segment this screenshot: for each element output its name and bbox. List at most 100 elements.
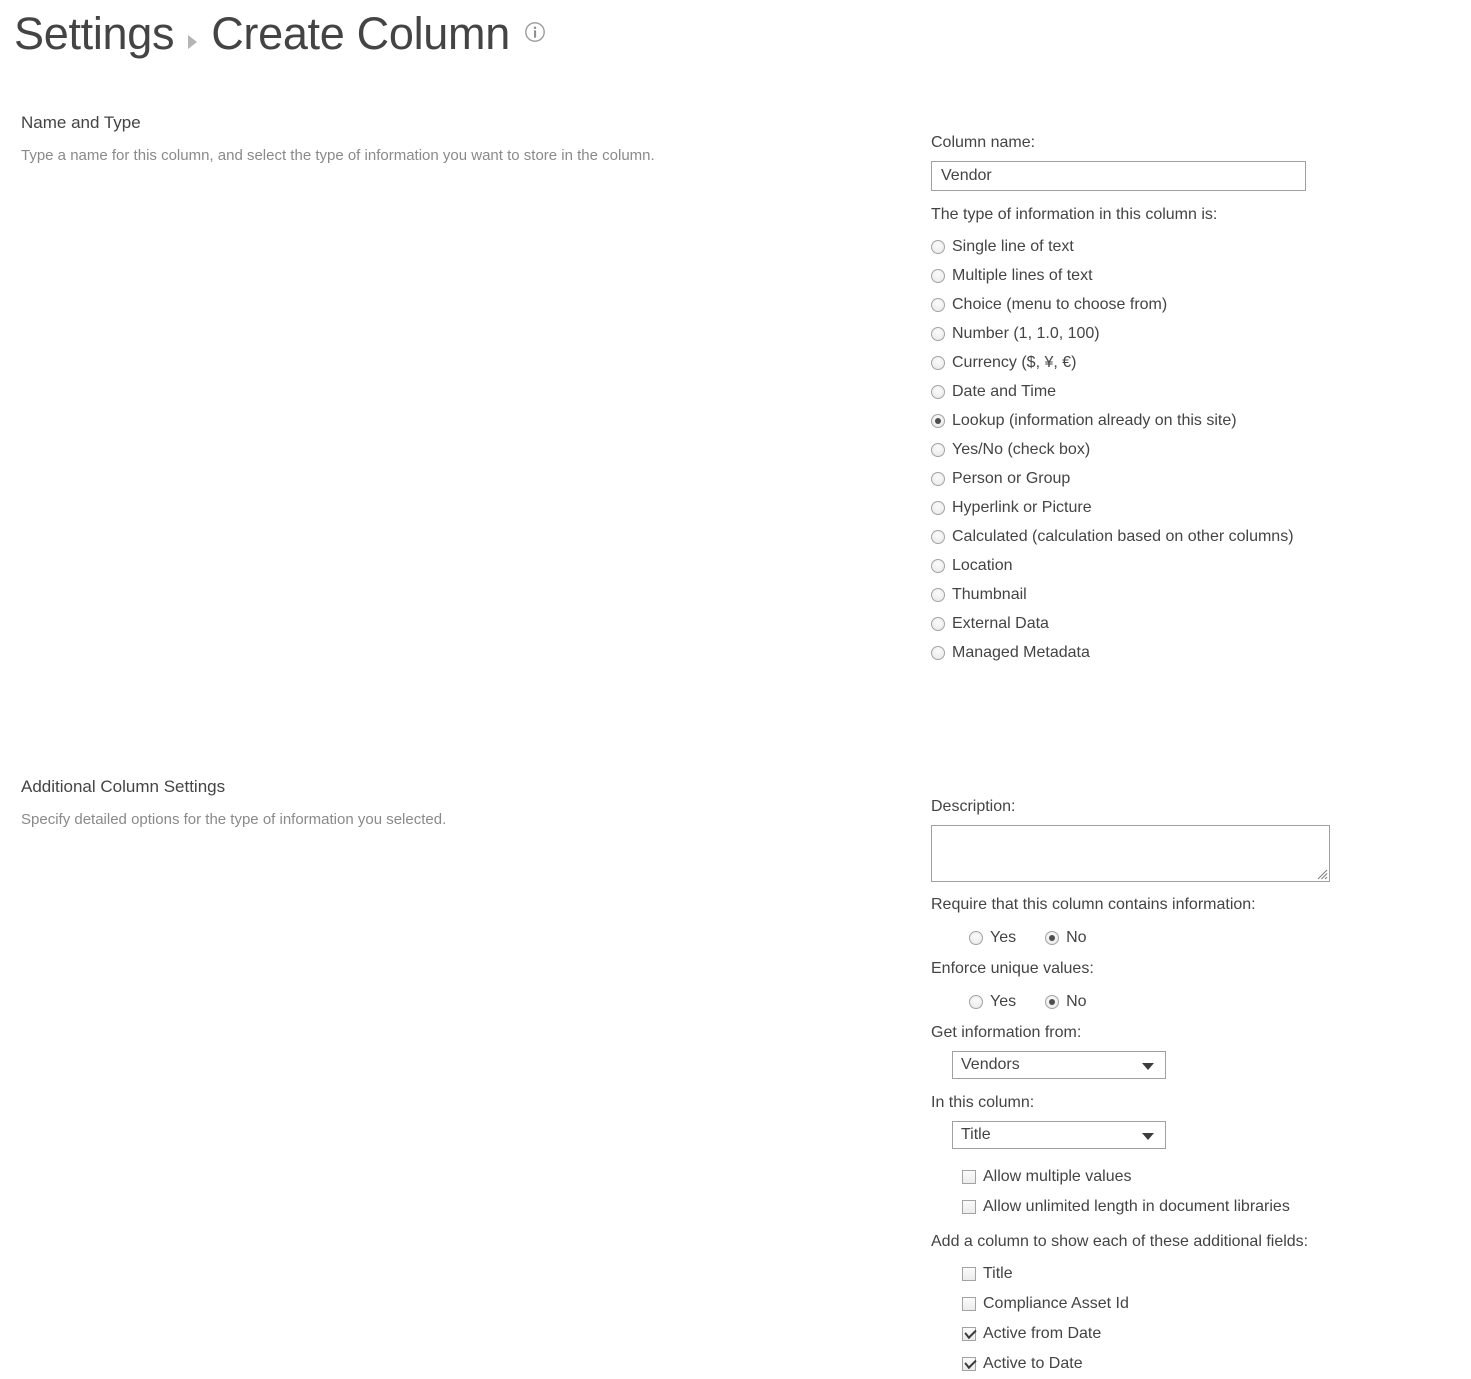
option-label: Managed Metadata bbox=[952, 644, 1090, 661]
description-textarea[interactable] bbox=[931, 825, 1330, 882]
radio-icon[interactable] bbox=[969, 931, 983, 945]
checkbox-label: Active from Date bbox=[983, 1325, 1102, 1342]
page-header: Settings Create Column bbox=[0, 0, 1471, 72]
additional-field-title-row[interactable]: Title bbox=[931, 1259, 1451, 1289]
caret-down-icon[interactable] bbox=[1142, 1133, 1154, 1140]
in-this-column-label: In this column: bbox=[931, 1094, 1035, 1111]
enforce-unique-values-label: Enforce unique values: bbox=[931, 960, 1094, 977]
enforce-unique-option-no[interactable]: No bbox=[1038, 993, 1087, 1011]
radio-icon[interactable] bbox=[931, 558, 945, 573]
column-type-option-number[interactable]: Number (1, 1.0, 100) bbox=[931, 319, 1451, 348]
radio-icon[interactable] bbox=[931, 529, 945, 544]
column-type-option-currency[interactable]: Currency ($, ¥, €) bbox=[931, 348, 1451, 377]
in-this-column-select[interactable]: Title bbox=[952, 1121, 1166, 1149]
column-type-option-person-or-group[interactable]: Person or Group bbox=[931, 464, 1451, 493]
section-title: Additional Column Settings bbox=[21, 777, 226, 796]
column-type-option-single-line-of-text[interactable]: Single line of text bbox=[931, 232, 1451, 261]
enforce-unique-option-yes[interactable]: Yes bbox=[962, 993, 1016, 1011]
get-information-from-label: Get information from: bbox=[931, 1024, 1082, 1041]
checkbox-icon[interactable] bbox=[962, 1200, 976, 1214]
column-type-option-lookup[interactable]: Lookup (information already on this site… bbox=[931, 406, 1451, 435]
radio-icon-selected[interactable] bbox=[931, 413, 945, 428]
radio-icon[interactable] bbox=[931, 326, 945, 341]
radio-icon[interactable] bbox=[969, 995, 983, 1009]
option-label: Choice (menu to choose from) bbox=[952, 296, 1168, 313]
option-label: Calculated (calculation based on other c… bbox=[952, 528, 1294, 545]
allow-unlimited-length-checkbox-row[interactable]: Allow unlimited length in document libra… bbox=[931, 1192, 1451, 1222]
caret-down-icon[interactable] bbox=[1142, 1063, 1154, 1070]
additional-fields-label: Add a column to show each of these addit… bbox=[931, 1233, 1309, 1250]
option-label: Currency ($, ¥, €) bbox=[952, 354, 1077, 371]
radio-icon[interactable] bbox=[931, 384, 945, 399]
additional-field-compliance-asset-id-row[interactable]: Compliance Asset Id bbox=[931, 1289, 1451, 1319]
checkbox-icon-checked[interactable] bbox=[962, 1357, 976, 1371]
checkbox-icon-checked[interactable] bbox=[962, 1327, 976, 1341]
option-label: External Data bbox=[952, 615, 1049, 632]
radio-icon[interactable] bbox=[931, 442, 945, 457]
breadcrumb-link-settings[interactable]: Settings bbox=[14, 6, 175, 62]
radio-icon-selected[interactable] bbox=[1045, 995, 1060, 1009]
radio-icon[interactable] bbox=[931, 239, 945, 254]
checkbox-label: Title bbox=[983, 1265, 1013, 1282]
option-label: Yes bbox=[990, 929, 1017, 946]
column-type-option-external-data[interactable]: External Data bbox=[931, 609, 1451, 638]
radio-icon[interactable] bbox=[931, 645, 945, 660]
selected-value: Title bbox=[961, 1126, 991, 1143]
column-type-option-location[interactable]: Location bbox=[931, 551, 1451, 580]
column-type-option-multiple-lines-of-text[interactable]: Multiple lines of text bbox=[931, 261, 1451, 290]
column-type-option-calculated[interactable]: Calculated (calculation based on other c… bbox=[931, 522, 1451, 551]
checkbox-label: Active to Date bbox=[983, 1355, 1083, 1372]
column-type-option-date-and-time[interactable]: Date and Time bbox=[931, 377, 1451, 406]
radio-icon-selected[interactable] bbox=[1045, 931, 1060, 945]
option-label: Person or Group bbox=[952, 470, 1071, 487]
require-information-radio-group: Yes No bbox=[931, 923, 1451, 953]
enforce-unique-values-radio-group: Yes No bbox=[931, 987, 1451, 1017]
radio-icon[interactable] bbox=[931, 471, 945, 486]
allow-multiple-values-checkbox-row[interactable]: Allow multiple values bbox=[931, 1162, 1451, 1192]
column-type-label: The type of information in this column i… bbox=[931, 206, 1218, 223]
description-field-wrapper bbox=[931, 825, 1330, 882]
radio-icon[interactable] bbox=[931, 297, 945, 312]
column-type-option-choice[interactable]: Choice (menu to choose from) bbox=[931, 290, 1451, 319]
radio-icon[interactable] bbox=[931, 268, 945, 283]
column-type-radio-group: Single line of text Multiple lines of te… bbox=[931, 232, 1451, 667]
checkbox-icon[interactable] bbox=[962, 1297, 976, 1311]
column-type-option-hyperlink-or-picture[interactable]: Hyperlink or Picture bbox=[931, 493, 1451, 522]
checkbox-icon[interactable] bbox=[962, 1170, 976, 1184]
section-name-and-type-fields: Column name: The type of information in … bbox=[931, 132, 1451, 667]
checkbox-label: Compliance Asset Id bbox=[983, 1295, 1129, 1312]
additional-field-active-to-date-row[interactable]: Active to Date bbox=[931, 1349, 1451, 1379]
option-label: No bbox=[1066, 993, 1087, 1010]
section-additional-settings-info: Additional Column Settings Specify detai… bbox=[21, 776, 721, 832]
option-label: Hyperlink or Picture bbox=[952, 499, 1092, 516]
info-circle-icon[interactable] bbox=[524, 21, 546, 43]
option-label: Single line of text bbox=[952, 238, 1074, 255]
additional-field-active-from-date-row[interactable]: Active from Date bbox=[931, 1319, 1451, 1349]
section-description: Type a name for this column, and select … bbox=[21, 147, 655, 164]
create-column-form: Name and Type Type a name for this colum… bbox=[0, 72, 1471, 1372]
column-type-option-thumbnail[interactable]: Thumbnail bbox=[931, 580, 1451, 609]
require-information-option-no[interactable]: No bbox=[1038, 929, 1087, 947]
section-description: Specify detailed options for the type of… bbox=[21, 811, 447, 828]
column-type-option-yes-no[interactable]: Yes/No (check box) bbox=[931, 435, 1451, 464]
option-label: Yes/No (check box) bbox=[952, 441, 1091, 458]
radio-icon[interactable] bbox=[931, 616, 945, 631]
radio-icon[interactable] bbox=[931, 587, 945, 602]
radio-icon[interactable] bbox=[931, 500, 945, 515]
page-title: Create Column bbox=[211, 8, 510, 59]
require-information-label: Require that this column contains inform… bbox=[931, 896, 1256, 913]
section-name-and-type: Name and Type Type a name for this colum… bbox=[0, 72, 1471, 672]
description-label: Description: bbox=[931, 798, 1016, 815]
option-label: Lookup (information already on this site… bbox=[952, 412, 1237, 429]
selected-value: Vendors bbox=[961, 1056, 1020, 1073]
checkbox-icon[interactable] bbox=[962, 1267, 976, 1281]
column-name-input[interactable] bbox=[931, 161, 1306, 191]
radio-icon[interactable] bbox=[931, 355, 945, 370]
get-information-from-select[interactable]: Vendors bbox=[952, 1051, 1166, 1079]
section-name-and-type-info: Name and Type Type a name for this colum… bbox=[21, 112, 721, 168]
checkbox-label: Allow unlimited length in document libra… bbox=[983, 1198, 1290, 1215]
breadcrumb: Settings Create Column bbox=[14, 6, 1471, 62]
option-label: No bbox=[1066, 929, 1087, 946]
require-information-option-yes[interactable]: Yes bbox=[962, 929, 1016, 947]
column-type-option-managed-metadata[interactable]: Managed Metadata bbox=[931, 638, 1451, 667]
